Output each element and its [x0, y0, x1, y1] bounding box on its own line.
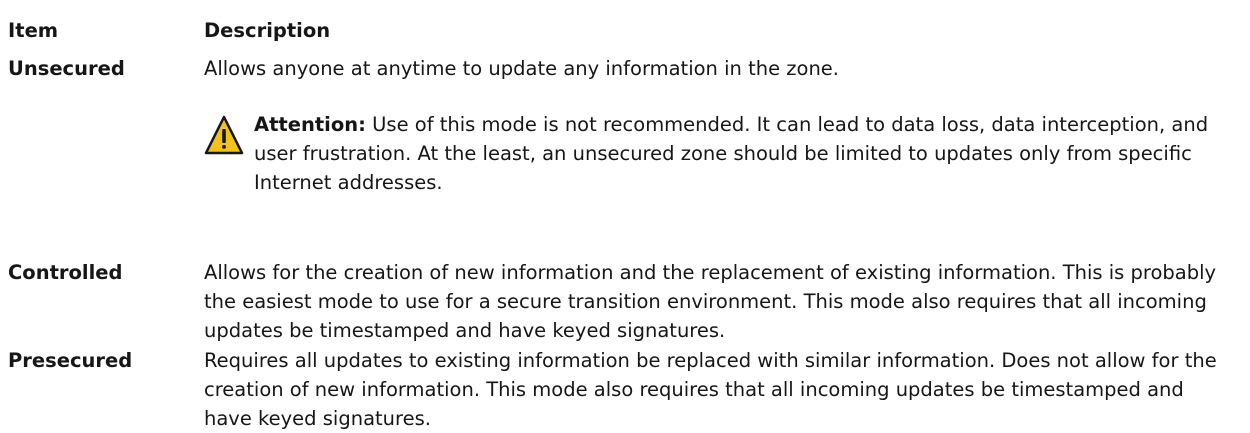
warning-triangle-icon [204, 114, 244, 158]
term-controlled: Controlled [8, 261, 123, 284]
description-column-header: Description [204, 19, 331, 42]
attention-message: Use of this mode is not recommended. It … [254, 113, 1209, 194]
term-unsecured: Unsecured [8, 57, 125, 80]
attention-text-block: Attention: Use of this mode is not recom… [254, 110, 1214, 197]
description-presecured: Requires all updates to existing informa… [204, 349, 1217, 430]
item-column-header: Item [8, 19, 59, 42]
definition-table: Item Description Unsecured Allows anyone… [0, 0, 1250, 431]
attention-label: Attention: [254, 113, 366, 136]
description-unsecured: Allows anyone at anytime to update any i… [204, 57, 840, 80]
term-presecured: Presecured [8, 349, 133, 372]
description-controlled: Allows for the creation of new informati… [204, 261, 1217, 342]
